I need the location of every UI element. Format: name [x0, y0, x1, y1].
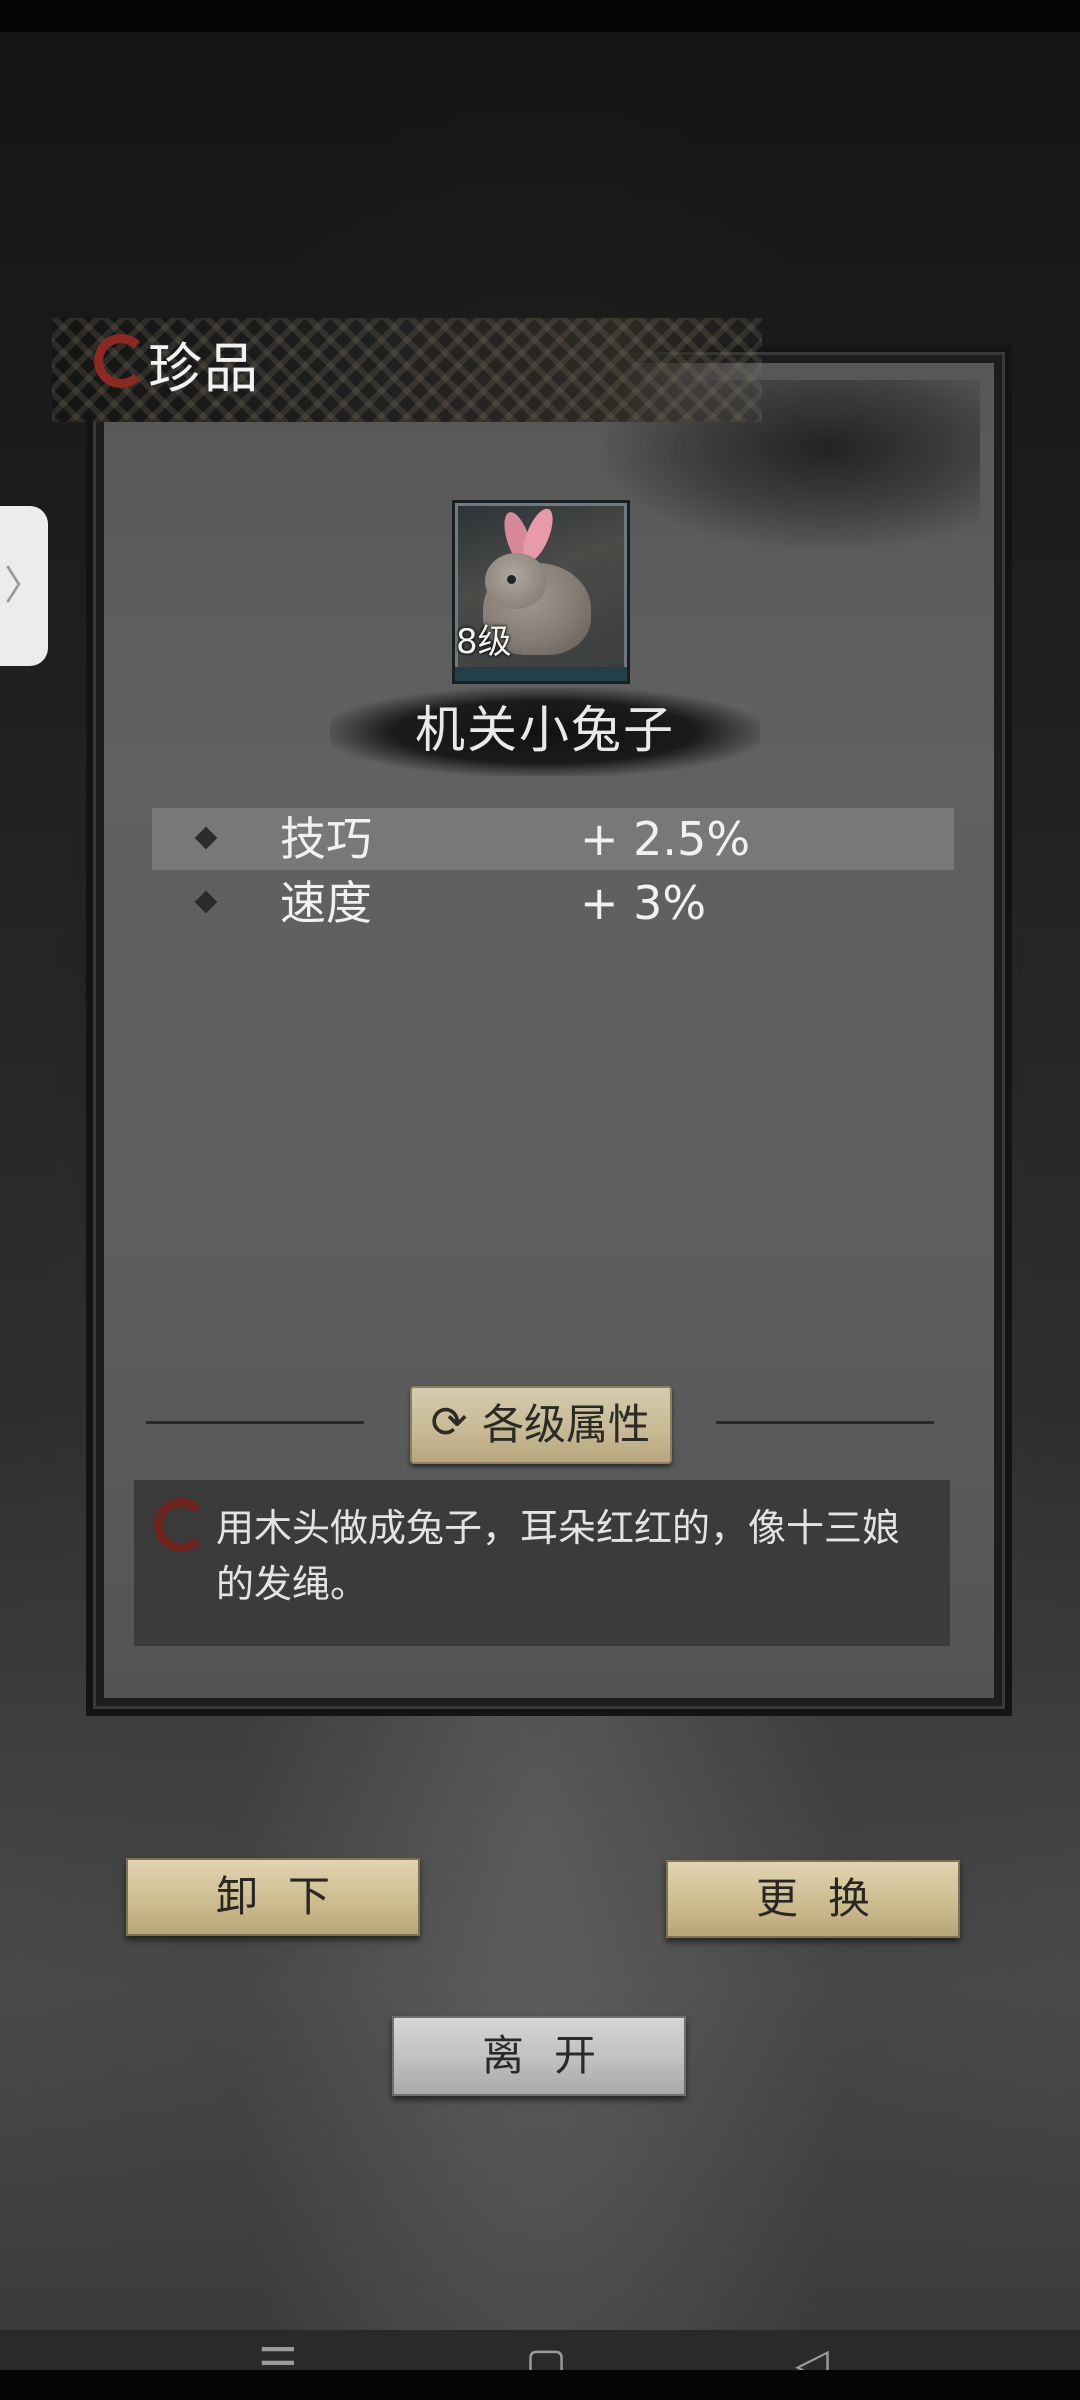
refresh-icon: ⟳ [430, 1397, 468, 1448]
seal-icon [154, 1498, 208, 1552]
unequip-button[interactable]: 卸下 [126, 1858, 420, 1936]
leave-button[interactable]: 离开 [392, 2016, 686, 2096]
divider-right [716, 1421, 934, 1424]
status-bar [0, 0, 1080, 32]
divider-left [146, 1421, 364, 1424]
item-name: 机关小兔子 [415, 701, 675, 759]
stat-row: 速度 + 3% [152, 872, 954, 934]
nav-bottom-strip [0, 2370, 1080, 2400]
replace-button[interactable]: 更换 [666, 1860, 960, 1938]
stat-name: 技巧 [280, 812, 372, 866]
dialog-title: 珍品 [148, 337, 260, 400]
stat-name: 速度 [280, 876, 372, 930]
seal-icon [94, 334, 148, 388]
diamond-bullet-icon [194, 890, 218, 914]
stat-value: + 3% [580, 876, 707, 930]
item-level: 8级 [456, 622, 512, 662]
chevron-right-icon: 〉 [4, 563, 44, 609]
item-description: 用木头做成兔子，耳朵红红的，像十三娘的发绳。 [216, 1506, 901, 1606]
stat-value: + 2.5% [580, 812, 751, 866]
level-attributes-button[interactable]: ⟳ 各级属性 [410, 1386, 672, 1464]
description-box: 用木头做成兔子，耳朵红红的，像十三娘的发绳。 [134, 1480, 950, 1646]
level-attributes-label: 各级属性 [482, 1400, 651, 1449]
diamond-bullet-icon [194, 826, 218, 850]
stat-row: 技巧 + 2.5% [152, 808, 954, 870]
